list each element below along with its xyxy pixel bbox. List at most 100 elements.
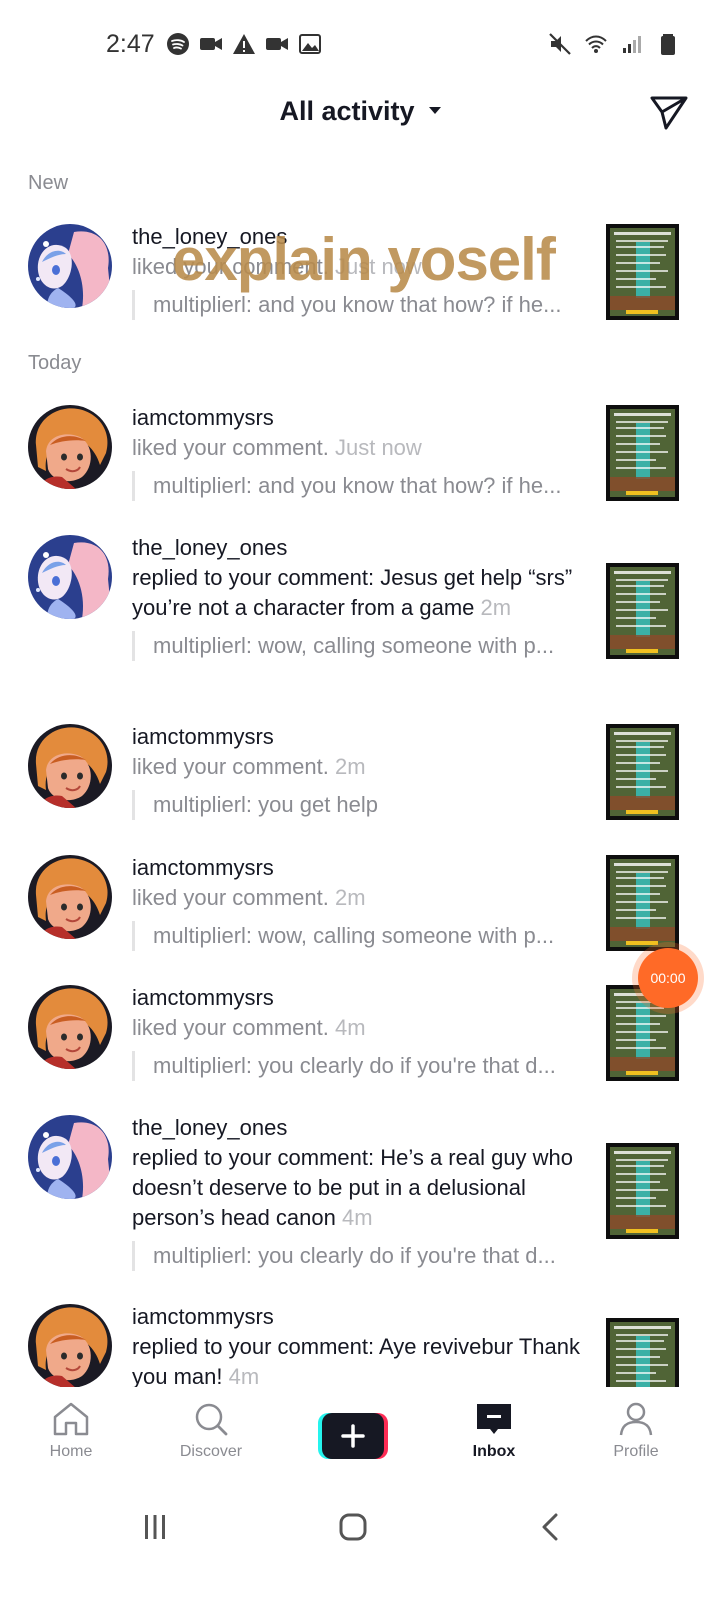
status-icons-left	[166, 32, 322, 56]
avatar-image	[28, 855, 112, 939]
nav-home[interactable]: Home	[21, 1401, 121, 1461]
nav-home-label: Home	[49, 1443, 93, 1460]
activity-text: liked your comment. 4m	[132, 1013, 582, 1043]
nav-inbox-label: Inbox	[472, 1443, 516, 1460]
section-label-new: New	[28, 172, 69, 194]
activity-time: Just now	[334, 435, 422, 460]
activity-text: replied to your comment: Aye revivebur T…	[132, 1332, 582, 1388]
nav-profile[interactable]: Profile	[586, 1401, 686, 1461]
spotify-icon	[167, 33, 189, 55]
avatar-image	[28, 405, 112, 489]
nav-discover[interactable]: Discover	[161, 1401, 261, 1461]
thumbnail-image	[606, 405, 679, 501]
warning-icon	[233, 34, 255, 54]
home-system-icon[interactable]	[338, 1512, 368, 1542]
activity-filter-dropdown[interactable]: All activity	[0, 96, 720, 127]
video-thumbnail[interactable]	[606, 563, 679, 659]
thumbnail-image	[606, 563, 679, 659]
activity-time: 2m	[334, 754, 366, 779]
activity-text: replied to your comment: He’s a real guy…	[132, 1143, 582, 1233]
activity-text: liked your comment. 2m	[132, 752, 582, 782]
quoted-comment: multiplierl: wow, calling someone with p…	[132, 921, 582, 951]
activity-time: 4m	[342, 1205, 373, 1230]
video-thumbnail[interactable]	[606, 224, 679, 320]
chevron-down-icon	[428, 107, 441, 115]
wifi-icon	[585, 35, 607, 53]
avatar-image	[28, 985, 112, 1069]
avatar[interactable]	[28, 855, 112, 939]
nav-discover-label: Discover	[179, 1443, 243, 1460]
system-nav-bar	[0, 1490, 720, 1600]
activity-time: 4m	[334, 1015, 366, 1040]
thumbnail-image	[606, 855, 679, 951]
video-camera-icon	[200, 38, 222, 50]
nav-profile-label: Profile	[613, 1443, 659, 1460]
quoted-comment: multiplierl: you clearly do if you're th…	[132, 1051, 582, 1081]
image-icon	[299, 34, 321, 54]
activity-text: liked your comment. 2m	[132, 883, 582, 913]
username[interactable]: iamctommysrs	[132, 1302, 582, 1332]
avatar[interactable]	[28, 535, 112, 619]
home-icon	[53, 1402, 89, 1436]
avatar[interactable]	[28, 985, 112, 1069]
activity-text: liked your comment. Just now	[132, 433, 582, 463]
quoted-comment: multiplierl: you clearly do if you're th…	[132, 1241, 582, 1271]
activity-description: liked your comment.	[132, 885, 329, 910]
video-thumbnail[interactable]	[606, 1318, 679, 1388]
recent-apps-icon[interactable]	[140, 1512, 170, 1542]
username[interactable]: the_loney_ones	[132, 533, 582, 563]
video-thumbnail[interactable]	[606, 405, 679, 501]
bottom-nav: Home Discover Inbox Profile	[0, 1387, 720, 1487]
activity-description: liked your comment.	[132, 1015, 329, 1040]
activity-time: 2m	[480, 595, 512, 620]
avatar[interactable]	[28, 724, 112, 808]
overlay-caption: explain yoself	[172, 226, 556, 293]
activity-description: replied to your comment: Aye revivebur T…	[132, 1334, 580, 1388]
username[interactable]: iamctommysrs	[132, 722, 582, 752]
mute-icon	[549, 33, 571, 55]
page-title: All activity	[279, 96, 415, 126]
avatar-image	[28, 1115, 112, 1199]
thumbnail-image	[606, 224, 679, 320]
quoted-comment: multiplierl: and you know that how? if h…	[132, 290, 582, 320]
avatar-image	[28, 224, 112, 308]
video-camera-icon	[266, 38, 288, 50]
activity-time: 2m	[334, 885, 366, 910]
status-time: 2:47	[106, 30, 155, 58]
battery-icon	[661, 34, 675, 55]
video-thumbnail[interactable]	[606, 724, 679, 820]
username[interactable]: iamctommysrs	[132, 403, 582, 433]
activity-text: replied to your comment: Jesus get help …	[132, 563, 582, 623]
recording-timer-badge[interactable]: 00:00	[638, 948, 698, 1008]
inbox-icon	[477, 1404, 511, 1434]
thumbnail-image	[606, 1143, 679, 1239]
username[interactable]: iamctommysrs	[132, 853, 582, 883]
send-message-icon[interactable]	[646, 90, 690, 134]
signal-icon	[623, 36, 641, 53]
avatar[interactable]	[28, 405, 112, 489]
activity-item[interactable]: iamctommysrs replied to your comment: Ay…	[0, 1302, 720, 1388]
avatar-image	[28, 1304, 112, 1388]
quoted-comment: multiplierl: and you know that how? if h…	[132, 471, 582, 501]
search-icon	[195, 1403, 228, 1436]
thumbnail-image	[606, 1318, 679, 1388]
username[interactable]: iamctommysrs	[132, 983, 582, 1013]
status-bar: 2:47	[0, 0, 720, 90]
avatar[interactable]	[28, 224, 112, 308]
avatar-image	[28, 535, 112, 619]
quoted-comment: multiplierl: wow, calling someone with p…	[132, 631, 582, 661]
activity-time: 4m	[228, 1364, 260, 1388]
header: All activity	[0, 86, 720, 146]
thumbnail-image	[606, 724, 679, 820]
avatar[interactable]	[28, 1115, 112, 1199]
avatar[interactable]	[28, 1304, 112, 1388]
activity-description: liked your comment.	[132, 754, 329, 779]
quoted-comment: multiplierl: you get help	[132, 790, 582, 820]
video-thumbnail[interactable]	[606, 855, 679, 951]
video-thumbnail[interactable]	[606, 1143, 679, 1239]
username[interactable]: the_loney_ones	[132, 1113, 582, 1143]
create-button[interactable]	[318, 1413, 388, 1459]
nav-inbox[interactable]: Inbox	[444, 1401, 544, 1461]
section-label-today: Today	[28, 352, 82, 374]
back-icon[interactable]	[536, 1512, 566, 1542]
